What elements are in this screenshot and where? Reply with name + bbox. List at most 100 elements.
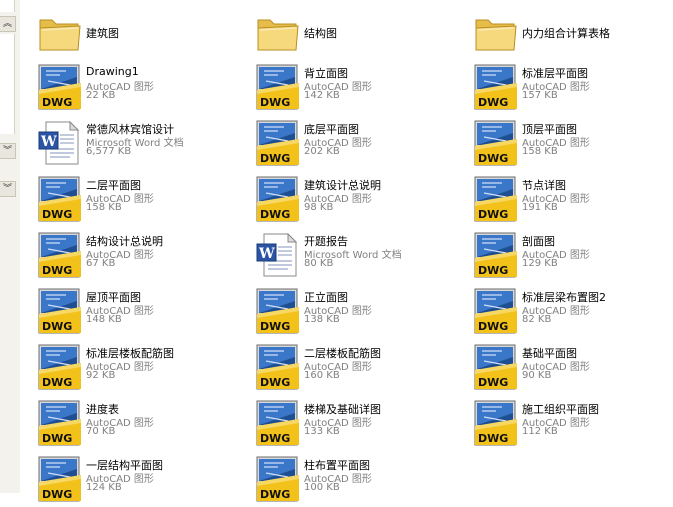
file-item[interactable]: DWG 背立面图 AutoCAD 图形 142 KB bbox=[254, 63, 464, 113]
dwg-file-icon: DWG bbox=[254, 343, 302, 391]
svg-text:DWG: DWG bbox=[260, 208, 290, 221]
svg-text:DWG: DWG bbox=[478, 96, 508, 109]
word-document-icon: W bbox=[254, 231, 302, 279]
file-item[interactable]: DWG 一层结构平面图 AutoCAD 图形 124 KB bbox=[36, 455, 246, 505]
dwg-file-icon: DWG bbox=[36, 287, 84, 335]
file-size: 98 KB bbox=[304, 202, 334, 213]
file-size: 112 KB bbox=[522, 426, 558, 437]
file-size: 67 KB bbox=[86, 258, 116, 269]
dwg-file-icon: DWG bbox=[472, 399, 520, 447]
svg-text:DWG: DWG bbox=[478, 376, 508, 389]
word-document-icon: W bbox=[36, 119, 84, 167]
svg-text:DWG: DWG bbox=[478, 152, 508, 165]
task-pane: ︽ ︾ ︾ bbox=[0, 0, 20, 493]
file-size: 202 KB bbox=[304, 146, 340, 157]
file-size: 129 KB bbox=[522, 258, 558, 269]
file-item[interactable]: DWG 标准层楼板配筋图 AutoCAD 图形 92 KB bbox=[36, 343, 246, 393]
svg-text:DWG: DWG bbox=[42, 208, 72, 221]
file-item[interactable]: DWG 屋顶平面图 AutoCAD 图形 148 KB bbox=[36, 287, 246, 337]
file-item[interactable]: DWG 二层楼板配筋图 AutoCAD 图形 160 KB bbox=[254, 343, 464, 393]
file-size: 158 KB bbox=[522, 146, 558, 157]
file-item[interactable]: DWG 楼梯及基础详图 AutoCAD 图形 133 KB bbox=[254, 399, 464, 449]
file-item[interactable]: DWG 顶层平面图 AutoCAD 图形 158 KB bbox=[472, 119, 673, 169]
svg-text:DWG: DWG bbox=[42, 376, 72, 389]
file-item[interactable]: DWG 进度表 AutoCAD 图形 70 KB bbox=[36, 399, 246, 449]
file-size: 158 KB bbox=[86, 202, 122, 213]
folder-icon bbox=[472, 10, 520, 58]
dwg-file-icon: DWG bbox=[36, 175, 84, 223]
dwg-file-icon: DWG bbox=[36, 343, 84, 391]
dwg-file-icon: DWG bbox=[254, 175, 302, 223]
svg-text:W: W bbox=[40, 134, 57, 150]
file-size: 133 KB bbox=[304, 426, 340, 437]
file-item[interactable]: DWG 基础平面图 AutoCAD 图形 90 KB bbox=[472, 343, 673, 393]
dwg-file-icon: DWG bbox=[472, 231, 520, 279]
dwg-file-icon: DWG bbox=[472, 175, 520, 223]
file-item[interactable]: DWG 施工组织平面图 AutoCAD 图形 112 KB bbox=[472, 399, 673, 449]
expand-button-2[interactable]: ︾ bbox=[0, 181, 16, 197]
folder-icon bbox=[254, 10, 302, 58]
expand-button-1[interactable]: ︾ bbox=[0, 143, 16, 159]
file-name: 内力组合计算表格 bbox=[522, 27, 610, 40]
dwg-file-icon: DWG bbox=[36, 399, 84, 447]
svg-text:DWG: DWG bbox=[478, 208, 508, 221]
dwg-file-icon: DWG bbox=[472, 63, 520, 111]
file-size: 80 KB bbox=[304, 258, 334, 269]
svg-text:DWG: DWG bbox=[478, 264, 508, 277]
file-name: 结构图 bbox=[304, 27, 337, 40]
dwg-file-icon: DWG bbox=[472, 287, 520, 335]
svg-text:DWG: DWG bbox=[42, 320, 72, 333]
file-item[interactable]: DWG 底层平面图 AutoCAD 图形 202 KB bbox=[254, 119, 464, 169]
file-size: 22 KB bbox=[86, 90, 116, 101]
file-size: 82 KB bbox=[522, 314, 552, 325]
file-item[interactable]: W 常德风林宾馆设计 Microsoft Word 文档 6,577 KB bbox=[36, 119, 246, 169]
file-item[interactable]: DWG 二层平面图 AutoCAD 图形 158 KB bbox=[36, 175, 246, 225]
file-size: 124 KB bbox=[86, 482, 122, 493]
file-name: Drawing1 bbox=[86, 65, 139, 78]
chevron-up-double-icon: ︽ bbox=[2, 19, 12, 29]
folder-item[interactable]: 建筑图 bbox=[36, 10, 246, 60]
svg-text:DWG: DWG bbox=[42, 488, 72, 501]
file-item[interactable]: DWG 标准层梁布置图2 AutoCAD 图形 82 KB bbox=[472, 287, 673, 337]
file-item[interactable]: DWG 正立面图 AutoCAD 图形 138 KB bbox=[254, 287, 464, 337]
svg-text:DWG: DWG bbox=[260, 488, 290, 501]
svg-text:DWG: DWG bbox=[260, 96, 290, 109]
file-item[interactable]: DWG 剖面图 AutoCAD 图形 129 KB bbox=[472, 231, 673, 281]
file-item[interactable]: DWG 标准层平面图 AutoCAD 图形 157 KB bbox=[472, 63, 673, 113]
svg-text:DWG: DWG bbox=[260, 320, 290, 333]
svg-text:DWG: DWG bbox=[42, 432, 72, 445]
dwg-file-icon: DWG bbox=[254, 63, 302, 111]
file-size: 160 KB bbox=[304, 370, 340, 381]
svg-text:DWG: DWG bbox=[478, 320, 508, 333]
file-item[interactable]: DWG 结构设计总说明 AutoCAD 图形 67 KB bbox=[36, 231, 246, 281]
file-size: 148 KB bbox=[86, 314, 122, 325]
file-size: 138 KB bbox=[304, 314, 340, 325]
file-item[interactable]: W 开题报告 Microsoft Word 文档 80 KB bbox=[254, 231, 464, 281]
dwg-file-icon: DWG bbox=[36, 63, 84, 111]
pane-section bbox=[0, 34, 15, 134]
dwg-file-icon: DWG bbox=[472, 343, 520, 391]
chevron-down-double-icon: ︾ bbox=[2, 146, 12, 156]
dwg-file-icon: DWG bbox=[254, 455, 302, 503]
svg-text:DWG: DWG bbox=[478, 432, 508, 445]
pane-section bbox=[0, 0, 15, 12]
svg-text:DWG: DWG bbox=[42, 96, 72, 109]
svg-text:W: W bbox=[258, 246, 275, 262]
file-size: 142 KB bbox=[304, 90, 340, 101]
file-size: 90 KB bbox=[522, 370, 552, 381]
folder-item[interactable]: 结构图 bbox=[254, 10, 464, 60]
chevron-down-double-icon: ︾ bbox=[2, 184, 12, 194]
file-item[interactable]: DWG 建筑设计总说明 AutoCAD 图形 98 KB bbox=[254, 175, 464, 225]
dwg-file-icon: DWG bbox=[36, 231, 84, 279]
dwg-file-icon: DWG bbox=[254, 399, 302, 447]
collapse-button-1[interactable]: ︽ bbox=[0, 16, 16, 32]
dwg-file-icon: DWG bbox=[36, 455, 84, 503]
folder-item[interactable]: 内力组合计算表格 bbox=[472, 10, 673, 60]
file-item[interactable]: DWG 柱布置平面图 AutoCAD 图形 100 KB bbox=[254, 455, 464, 505]
file-size: 70 KB bbox=[86, 426, 116, 437]
file-name: 建筑图 bbox=[86, 27, 119, 40]
dwg-file-icon: DWG bbox=[254, 119, 302, 167]
svg-text:DWG: DWG bbox=[260, 152, 290, 165]
file-item[interactable]: DWG 节点详图 AutoCAD 图形 191 KB bbox=[472, 175, 673, 225]
file-item[interactable]: DWG Drawing1 AutoCAD 图形 22 KB bbox=[36, 63, 246, 113]
